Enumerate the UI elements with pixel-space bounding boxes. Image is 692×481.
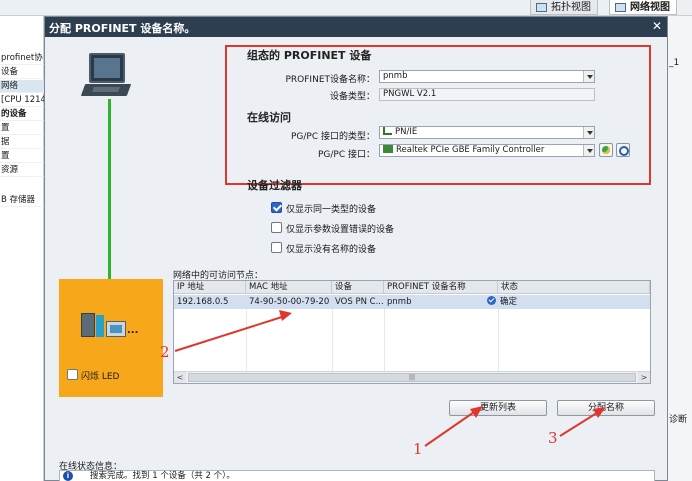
tree-item[interactable]: 置 [0,122,44,135]
online-status-box: i 搜索完成。找到 1 个设备（共 2 个）。 [59,470,655,481]
col-status[interactable]: 状态 [498,281,650,294]
dialog-title-bar: 分配 PROFINET 设备名称。 ✕ [45,17,667,37]
col-ip[interactable]: IP 地址 [174,281,246,294]
network-icon [615,3,626,12]
flash-led-checkbox[interactable] [67,369,78,380]
topology-icon [536,3,547,12]
scroll-left-button[interactable]: < [174,372,186,383]
assign-device-name-dialog: 分配 PROFINET 设备名称。 ✕ ... 闪烁 LED 组态的 PROFI… [44,16,668,481]
tree-item[interactable]: [CPU 1214 [0,94,44,107]
grid-line [332,309,333,371]
grid-line [246,309,247,371]
tree-item[interactable]: B 存储器 [0,194,44,207]
annotation-label-2: 2 [160,343,170,361]
assign-name-button[interactable]: 分配名称 [557,400,655,416]
device-panel: ... 闪烁 LED [59,279,163,397]
status-message: 搜索完成。找到 1 个设备（共 2 个）。 [90,471,235,481]
close-icon[interactable]: ✕ [650,19,664,34]
tia-top-bar: 拓扑视图 网络视图 [0,0,692,16]
check-ok-icon [487,296,496,305]
status-text: 确定 [500,297,518,307]
cell-ip: 192.168.0.5 [177,297,229,307]
col-device[interactable]: 设备 [332,281,384,294]
right-panel: _1 诊断 [667,16,692,481]
filter-same-type-checkbox[interactable] [271,202,282,213]
filter-same-type-label: 仅显示同一类型的设备 [286,205,377,215]
tab-topology-view[interactable]: 拓扑视图 [530,0,598,15]
scroll-right-button[interactable]: > [638,372,650,383]
pc-icon [80,53,132,99]
diagnostics-tab[interactable]: 诊断 [669,412,687,425]
update-list-button[interactable]: 更新列表 [449,400,547,416]
tree-item[interactable]: 设备 [0,66,44,79]
annotation-label-3: 3 [548,429,558,447]
filter-no-name-label: 仅显示没有名称的设备 [286,245,377,255]
tab-network-label: 网络视图 [630,2,670,13]
tab-network-view[interactable]: 网络视图 [609,0,677,15]
annotation-label-1: 1 [413,440,423,458]
highlight-box [225,45,651,185]
tree-item[interactable]: profinet协 [0,52,44,65]
tree-item[interactable]: 的设备 [0,108,44,121]
horizontal-scrollbar[interactable]: < ||| > [174,371,650,383]
grid-line [384,309,385,371]
right-label: _1 [669,58,680,68]
filter-bad-params-label: 仅显示参数设置错误的设备 [286,225,395,235]
plc-device-icon: ... [81,309,138,339]
flash-led-label: 闪烁 LED [81,372,120,382]
col-profinet-name[interactable]: PROFINET 设备名称 [384,281,498,294]
filter-bad-params-checkbox[interactable] [271,222,282,233]
tree-item[interactable]: 资源 [0,164,44,177]
info-icon: i [63,471,73,481]
tree-item[interactable]: 网络 [0,80,44,93]
tree-item[interactable]: 置 [0,150,44,163]
project-tree: profinet协 设备 网络 [CPU 1214 的设备 置 据 置 资源 B… [0,16,44,481]
accessible-nodes-table: IP 地址 MAC 地址 设备 PROFINET 设备名称 状态 192.168… [173,280,651,384]
grid-line [498,309,499,371]
col-mac[interactable]: MAC 地址 [246,281,332,294]
scroll-thumb[interactable]: ||| [188,373,636,382]
tree-item[interactable]: 据 [0,136,44,149]
cell-mac: 74-90-50-00-79-20 [249,297,330,307]
cell-profinet-name: pnmb [387,297,412,307]
filter-no-name-checkbox[interactable] [271,242,282,253]
tab-topology-label: 拓扑视图 [551,2,591,13]
dialog-title: 分配 PROFINET 设备名称。 [49,22,196,35]
cell-status: 确定 [484,296,604,308]
cell-device: VOS PN C... [335,297,384,307]
device-filter-heading: 设备过滤器 [247,179,302,192]
